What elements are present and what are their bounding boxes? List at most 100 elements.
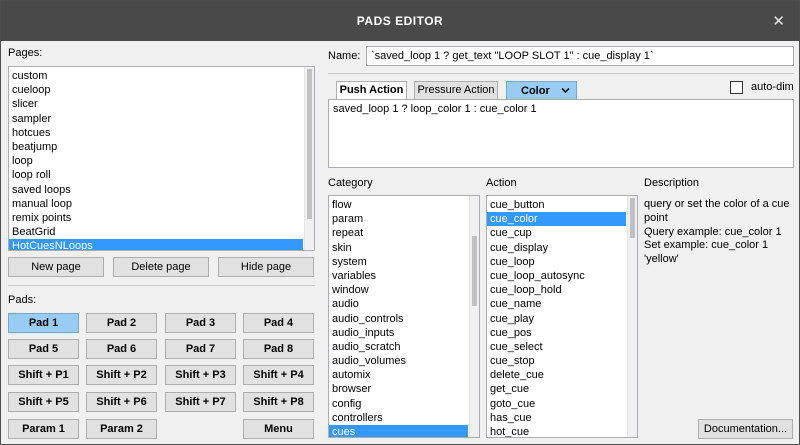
param2-button[interactable]: Param 2 <box>86 419 157 439</box>
pads-divider <box>8 285 315 286</box>
category-item[interactable]: audio_scratch <box>329 340 468 354</box>
pages-list[interactable]: custom cueloop slicer sampler hotcues beatjum… <box>8 66 315 251</box>
param1-button[interactable]: Param 1 <box>8 419 79 439</box>
action-rows: cue_button cue_color cue_cup cue_display cue… <box>487 198 626 437</box>
tab-pressure-action[interactable]: Pressure Action <box>414 81 498 100</box>
action-item[interactable]: cue_loop_autosync <box>487 269 626 283</box>
description-line: Query example: cue_color 1 <box>644 225 782 238</box>
action-scrollbar-thumb[interactable] <box>630 198 635 238</box>
action-item[interactable]: cue_loop <box>487 255 626 269</box>
menu-button[interactable]: Menu <box>243 419 314 439</box>
page-item[interactable]: manual loop <box>9 197 303 211</box>
action-item[interactable]: cue_stop <box>487 354 626 368</box>
color-dropdown[interactable]: Color <box>506 81 577 101</box>
pad-button[interactable]: Shift + P4 <box>243 365 314 385</box>
page-item[interactable]: custom <box>9 69 303 83</box>
category-item[interactable]: controllers <box>329 411 468 425</box>
category-list[interactable]: flow param repeat skin system variables window… <box>328 195 480 438</box>
pad-button[interactable]: Pad 1 <box>8 313 79 333</box>
delete-page-button[interactable]: Delete page <box>113 257 209 277</box>
category-rows: flow param repeat skin system variables window… <box>329 198 468 437</box>
category-item[interactable]: param <box>329 212 468 226</box>
action-item[interactable]: delete_cue <box>487 368 626 382</box>
pad-button[interactable]: Pad 7 <box>165 339 236 359</box>
action-label: Action <box>486 177 517 189</box>
pad-button[interactable]: Shift + P7 <box>165 392 236 412</box>
action-item[interactable]: cue_select <box>487 340 626 354</box>
pad-button[interactable]: Pad 6 <box>86 339 157 359</box>
category-item[interactable]: system <box>329 255 468 269</box>
title-bar: PADS EDITOR ✕ <box>1 1 799 41</box>
pad-button[interactable]: Shift + P6 <box>86 392 157 412</box>
page-item[interactable]: cueloop <box>9 83 303 97</box>
description-line: query or set the color of a cue point <box>644 198 790 224</box>
category-item[interactable]: flow <box>329 198 468 212</box>
pads-editor-window: PADS EDITOR ✕ Pages: custom cueloop slicer… <box>0 0 800 445</box>
category-item[interactable]: audio_inputs <box>329 326 468 340</box>
action-item[interactable]: cue_pos <box>487 326 626 340</box>
auto-dim-checkbox[interactable] <box>730 81 743 94</box>
category-item[interactable]: browser <box>329 382 468 396</box>
page-item[interactable]: beatjump <box>9 140 303 154</box>
pad-button[interactable]: Pad 3 <box>165 313 236 333</box>
pages-rows: custom cueloop slicer sampler hotcues beatjum… <box>9 69 303 250</box>
documentation-button[interactable]: Documentation... <box>698 419 793 439</box>
page-item[interactable]: remix points <box>9 211 303 225</box>
pad-button[interactable]: Shift + P3 <box>165 365 236 385</box>
category-item[interactable]: variables <box>329 269 468 283</box>
category-item[interactable]: config <box>329 397 468 411</box>
category-scrollbar-thumb[interactable] <box>472 236 477 306</box>
action-item[interactable]: goto_cue <box>487 397 626 411</box>
category-item[interactable]: skin <box>329 241 468 255</box>
action-list[interactable]: cue_button cue_color cue_cup cue_display cue… <box>486 195 638 438</box>
action-item[interactable]: cue_display <box>487 241 626 255</box>
page-item[interactable]: HotCuesNLoops <box>9 239 303 250</box>
action-item[interactable]: has_cue <box>487 411 626 425</box>
page-item[interactable]: hotcues <box>9 126 303 140</box>
action-item[interactable]: hot_cue <box>487 425 626 437</box>
page-item[interactable]: slicer <box>9 97 303 111</box>
pad-button[interactable]: Pad 8 <box>243 339 314 359</box>
action-item[interactable]: cue_play <box>487 312 626 326</box>
page-item[interactable]: loop <box>9 154 303 168</box>
action-editor[interactable]: saved_loop 1 ? loop_color 1 : cue_color … <box>328 99 794 168</box>
pad-button[interactable]: Pad 5 <box>8 339 79 359</box>
action-item[interactable]: cue_cup <box>487 226 626 240</box>
pad-button[interactable]: Shift + P2 <box>86 365 157 385</box>
new-page-button[interactable]: New page <box>8 257 104 277</box>
name-input[interactable]: `saved_loop 1 ? get_text "LOOP SLOT 1" :… <box>366 46 794 66</box>
tab-push-action[interactable]: Push Action <box>336 81 407 100</box>
description-line: Set example: cue_color 1 'yellow' <box>644 239 769 266</box>
pad-button[interactable]: Pad 2 <box>86 313 157 333</box>
chevron-down-icon <box>561 87 570 94</box>
page-item[interactable]: BeatGrid <box>9 225 303 239</box>
category-item[interactable]: audio_volumes <box>329 354 468 368</box>
category-item[interactable]: audio <box>329 297 468 311</box>
close-icon[interactable]: ✕ <box>772 12 785 30</box>
pages-scrollbar[interactable] <box>304 67 314 250</box>
name-divider <box>328 73 794 74</box>
pad-button[interactable]: Pad 4 <box>243 313 314 333</box>
action-scrollbar[interactable] <box>627 196 637 437</box>
pad-button[interactable]: Shift + P1 <box>8 365 79 385</box>
action-item[interactable]: cue_loop_hold <box>487 283 626 297</box>
hide-page-button[interactable]: Hide page <box>218 257 314 277</box>
category-item[interactable]: automix <box>329 368 468 382</box>
category-item[interactable]: audio_controls <box>329 312 468 326</box>
auto-dim-label: auto-dim <box>751 81 794 93</box>
page-item[interactable]: loop roll <box>9 168 303 182</box>
page-item[interactable]: saved loops <box>9 183 303 197</box>
category-scrollbar[interactable] <box>469 196 479 437</box>
category-item[interactable]: cues <box>329 425 468 437</box>
action-item[interactable]: cue_name <box>487 297 626 311</box>
pad-button[interactable]: Shift + P5 <box>8 392 79 412</box>
category-item[interactable]: repeat <box>329 226 468 240</box>
pages-scrollbar-thumb[interactable] <box>307 69 312 219</box>
action-item[interactable]: cue_color <box>487 212 626 227</box>
category-label: Category <box>328 177 373 189</box>
action-item[interactable]: get_cue <box>487 382 626 396</box>
pad-button[interactable]: Shift + P8 <box>243 392 314 412</box>
action-item[interactable]: cue_button <box>487 198 626 212</box>
page-item[interactable]: sampler <box>9 112 303 126</box>
category-item[interactable]: window <box>329 283 468 297</box>
